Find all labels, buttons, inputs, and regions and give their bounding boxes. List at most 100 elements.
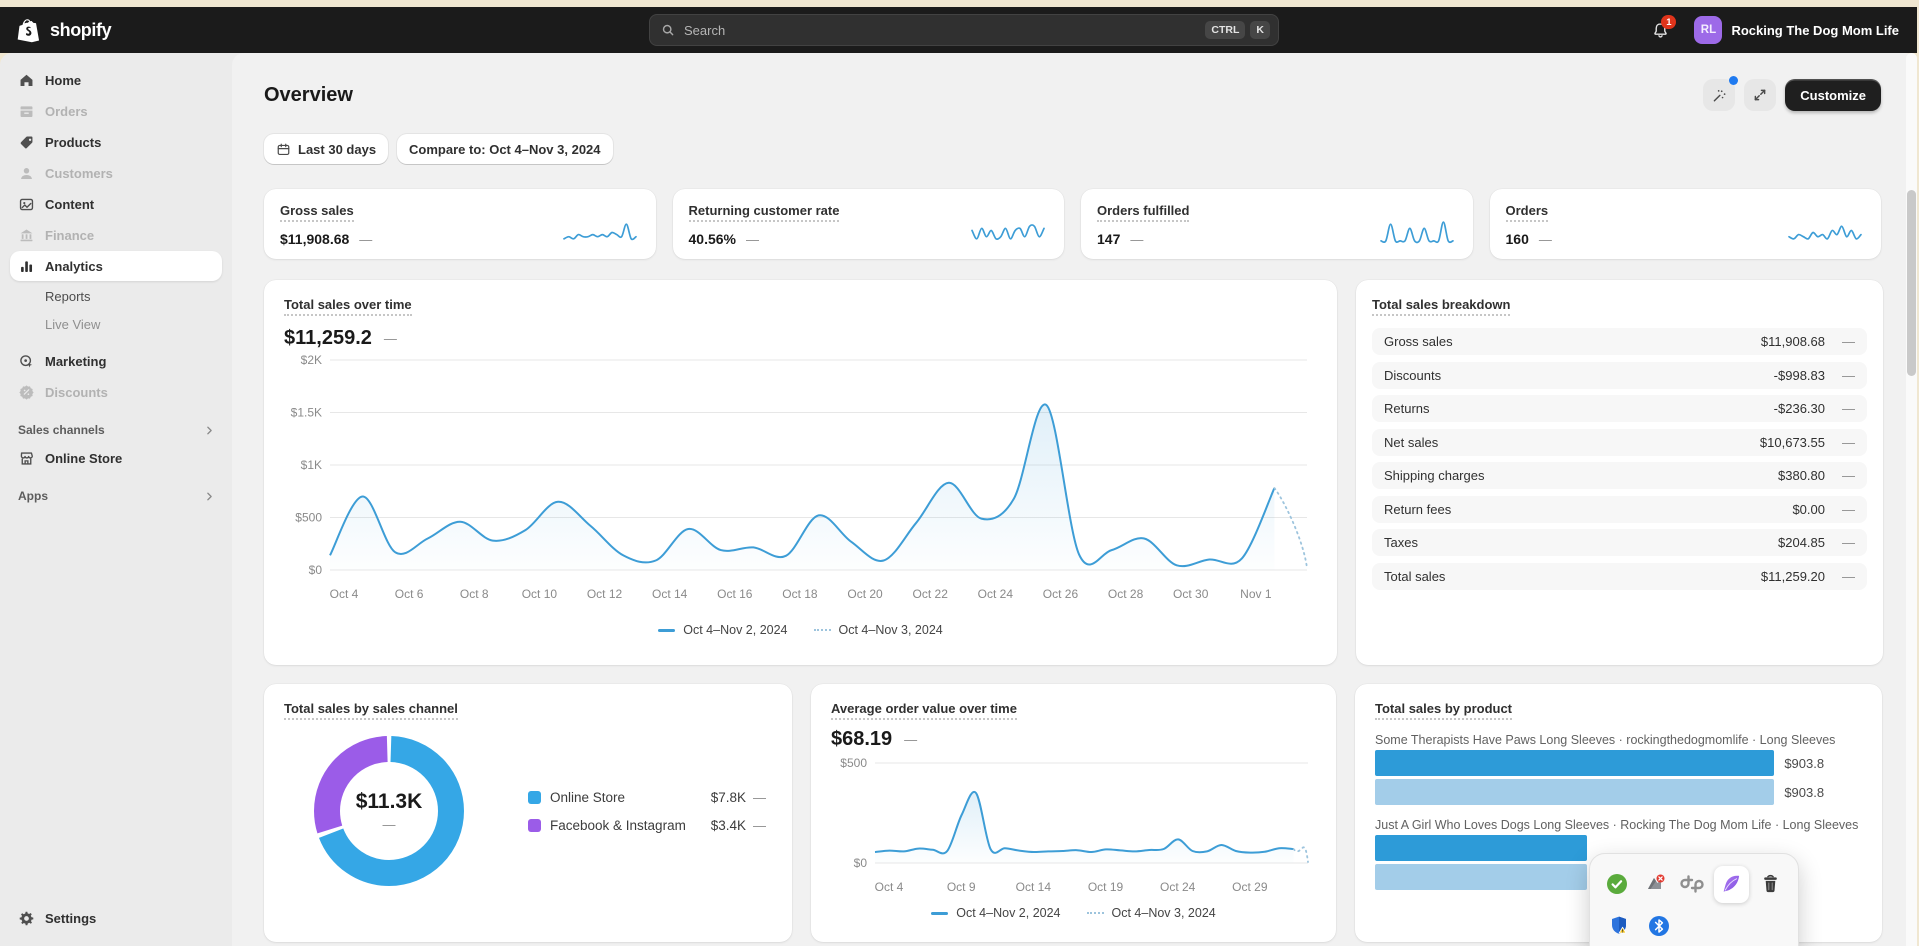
- legend-compare-period: Oct 4–Nov 3, 2024: [1086, 906, 1216, 920]
- customize-button[interactable]: Customize: [1785, 79, 1881, 111]
- product-bar-current[interactable]: [1375, 750, 1775, 776]
- sidebar-item-label: Products: [45, 134, 102, 150]
- average-order-value-card[interactable]: Average order value over time $68.19 — $5…: [811, 684, 1336, 942]
- svg-text:Oct 14: Oct 14: [1016, 880, 1052, 894]
- svg-text:Oct 4: Oct 4: [875, 880, 904, 894]
- breakdown-row[interactable]: Taxes $204.85—: [1372, 529, 1867, 556]
- knot-icon: [1680, 875, 1704, 893]
- bluetooth-extension-button[interactable]: [1642, 910, 1675, 943]
- svg-text:$0: $0: [854, 856, 868, 870]
- solid-line-swatch: [931, 911, 949, 915]
- svg-text:Oct 10: Oct 10: [522, 587, 558, 601]
- svg-text:$500: $500: [840, 756, 867, 770]
- target-icon: [20, 354, 33, 367]
- scrollbar-thumb[interactable]: [1907, 190, 1916, 376]
- svg-text:$1K: $1K: [301, 458, 322, 472]
- breakdown-row[interactable]: Total sales $11,259.20—: [1372, 562, 1867, 590]
- product-name: Some Therapists Have Paws Long Sleeves ·…: [1375, 733, 1836, 747]
- account-menu[interactable]: RL Rocking The Dog Mom Life: [1690, 13, 1903, 47]
- breakdown-row[interactable]: Return fees $0.00—: [1372, 495, 1867, 523]
- compare-to-button[interactable]: Compare to: Oct 4–Nov 3, 2024: [397, 134, 613, 164]
- sales-channels-section[interactable]: Sales channels: [18, 423, 216, 437]
- orders-icon: [20, 105, 33, 117]
- sidebar-item-live-view[interactable]: Live View: [10, 310, 222, 338]
- scrollbar-track[interactable]: [1906, 53, 1917, 946]
- aov-line-chart: $500 $0 Oct 4 Oct 9 Oct 14 Oct 19 Oct 24 Oct 29: [840, 756, 1309, 894]
- search-input[interactable]: [684, 22, 1201, 38]
- date-range-button[interactable]: Last 30 days: [264, 134, 389, 164]
- total-sales-by-channel-card[interactable]: Total sales by sales channel $11.3K — On…: [264, 684, 792, 942]
- sidebar-item-customers[interactable]: Customers: [10, 158, 222, 188]
- knot-extension-button[interactable]: [1677, 868, 1707, 901]
- breakdown-row[interactable]: Net sales $10,673.55—: [1372, 428, 1867, 456]
- sidebar-item-label: Analytics: [45, 258, 103, 274]
- metric-card-gross-sales[interactable]: Gross sales $11,908.68 —: [264, 189, 656, 259]
- sparkline-chart: [562, 223, 637, 241]
- metric-card-orders-fulfilled[interactable]: Orders fulfilled 147 —: [1081, 189, 1473, 259]
- shield-warning-extension-button[interactable]: [1602, 910, 1635, 943]
- shopify-logo[interactable]: shopify: [16, 17, 232, 44]
- metric-title: Orders fulfilled: [1097, 203, 1190, 222]
- no-comparison-dash: —: [359, 231, 373, 247]
- sidebar-item-orders[interactable]: Orders: [10, 96, 222, 126]
- sidebar-item-settings[interactable]: Settings: [10, 903, 222, 933]
- sidebar-item-label: Online Store: [45, 450, 123, 466]
- sidebar-item-online-store[interactable]: Online Store: [10, 443, 222, 473]
- bank-icon: [20, 229, 33, 241]
- breakdown-row[interactable]: Discounts -$998.83—: [1372, 361, 1867, 389]
- trash-extension-button[interactable]: [1756, 868, 1786, 901]
- sidebar-item-products[interactable]: Products: [10, 127, 222, 157]
- apps-section[interactable]: Apps: [18, 489, 216, 503]
- sidebar-item-home[interactable]: Home: [10, 65, 222, 95]
- shortcut-k-key: K: [1250, 21, 1270, 39]
- product-bar-previous[interactable]: [1375, 864, 1587, 890]
- avatar: RL: [1694, 16, 1723, 44]
- shortcut-ctrl-key: CTRL: [1205, 21, 1246, 39]
- expand-button[interactable]: [1744, 79, 1777, 111]
- trash-icon: [1764, 874, 1778, 892]
- svg-text:Oct 20: Oct 20: [847, 587, 883, 601]
- sidebar-item-marketing[interactable]: Marketing: [10, 346, 222, 376]
- capture-error-extension-button[interactable]: [1639, 868, 1669, 901]
- svg-text:Oct 16: Oct 16: [717, 587, 753, 601]
- no-comparison-dash: —: [1130, 231, 1144, 247]
- sparkline-chart: [971, 224, 1045, 241]
- ai-insights-button[interactable]: [1703, 76, 1739, 111]
- sidebar-item-content[interactable]: Content: [10, 189, 222, 219]
- total-sales-over-time-card[interactable]: Total sales over time $11,259.2 — $2K $1.5…: [264, 280, 1337, 665]
- breakdown-row[interactable]: Shipping charges $380.80—: [1372, 462, 1867, 489]
- donut-total-value: $11.3K: [355, 790, 423, 813]
- legend-current-period: Oct 4–Nov 2, 2024: [931, 906, 1061, 920]
- sidebar-item-discounts[interactable]: Discounts: [10, 377, 222, 407]
- channel-legend-online-store: Online Store $7.8K —: [528, 790, 766, 805]
- breakdown-row[interactable]: Gross sales $11,908.68—: [1372, 328, 1867, 355]
- sparkline-chart: [1379, 221, 1454, 244]
- sidebar-item-finance[interactable]: Finance: [10, 220, 222, 250]
- sidebar-item-analytics[interactable]: Analytics: [10, 251, 222, 281]
- notifications-button[interactable]: 1: [1644, 14, 1677, 46]
- apps-header: Apps: [18, 489, 48, 503]
- sparkline-chart: [1788, 225, 1862, 240]
- sales-channels-header: Sales channels: [18, 423, 105, 437]
- new-indicator-dot: [1729, 76, 1739, 85]
- check-circle-extension-button[interactable]: [1602, 868, 1632, 901]
- sidebar-item-reports[interactable]: Reports: [10, 282, 222, 310]
- svg-text:Oct 24: Oct 24: [1160, 880, 1196, 894]
- product-bar-previous[interactable]: [1375, 779, 1775, 805]
- chart-title: Total sales by sales channel: [284, 701, 458, 720]
- metric-card-returning-customer-rate[interactable]: Returning customer rate 40.56% —: [672, 189, 1064, 259]
- svg-text:Nov 1: Nov 1: [1240, 587, 1272, 601]
- product-bar-current[interactable]: [1375, 835, 1587, 861]
- app-shell: Home Orders Products Customers Content F…: [0, 53, 1917, 946]
- metric-value: 147: [1097, 231, 1121, 247]
- top-bar: shopify CTRL K 1 RL Rocking The Dog Mom …: [0, 7, 1919, 53]
- chart-total-value: $11,259.2: [284, 327, 372, 349]
- chart-title: Total sales breakdown: [1372, 297, 1511, 316]
- total-sales-breakdown-card[interactable]: Total sales breakdown Gross sales $11,908…: [1356, 280, 1883, 665]
- metric-card-orders[interactable]: Orders 160 —: [1489, 189, 1881, 259]
- legend-current-period: Oct 4–Nov 2, 2024: [658, 623, 788, 637]
- breakdown-row[interactable]: Returns -$236.30—: [1372, 395, 1867, 422]
- svg-text:Oct 14: Oct 14: [652, 587, 688, 601]
- highlighter-extension-button[interactable]: [1714, 865, 1749, 903]
- global-search[interactable]: CTRL K: [649, 14, 1279, 46]
